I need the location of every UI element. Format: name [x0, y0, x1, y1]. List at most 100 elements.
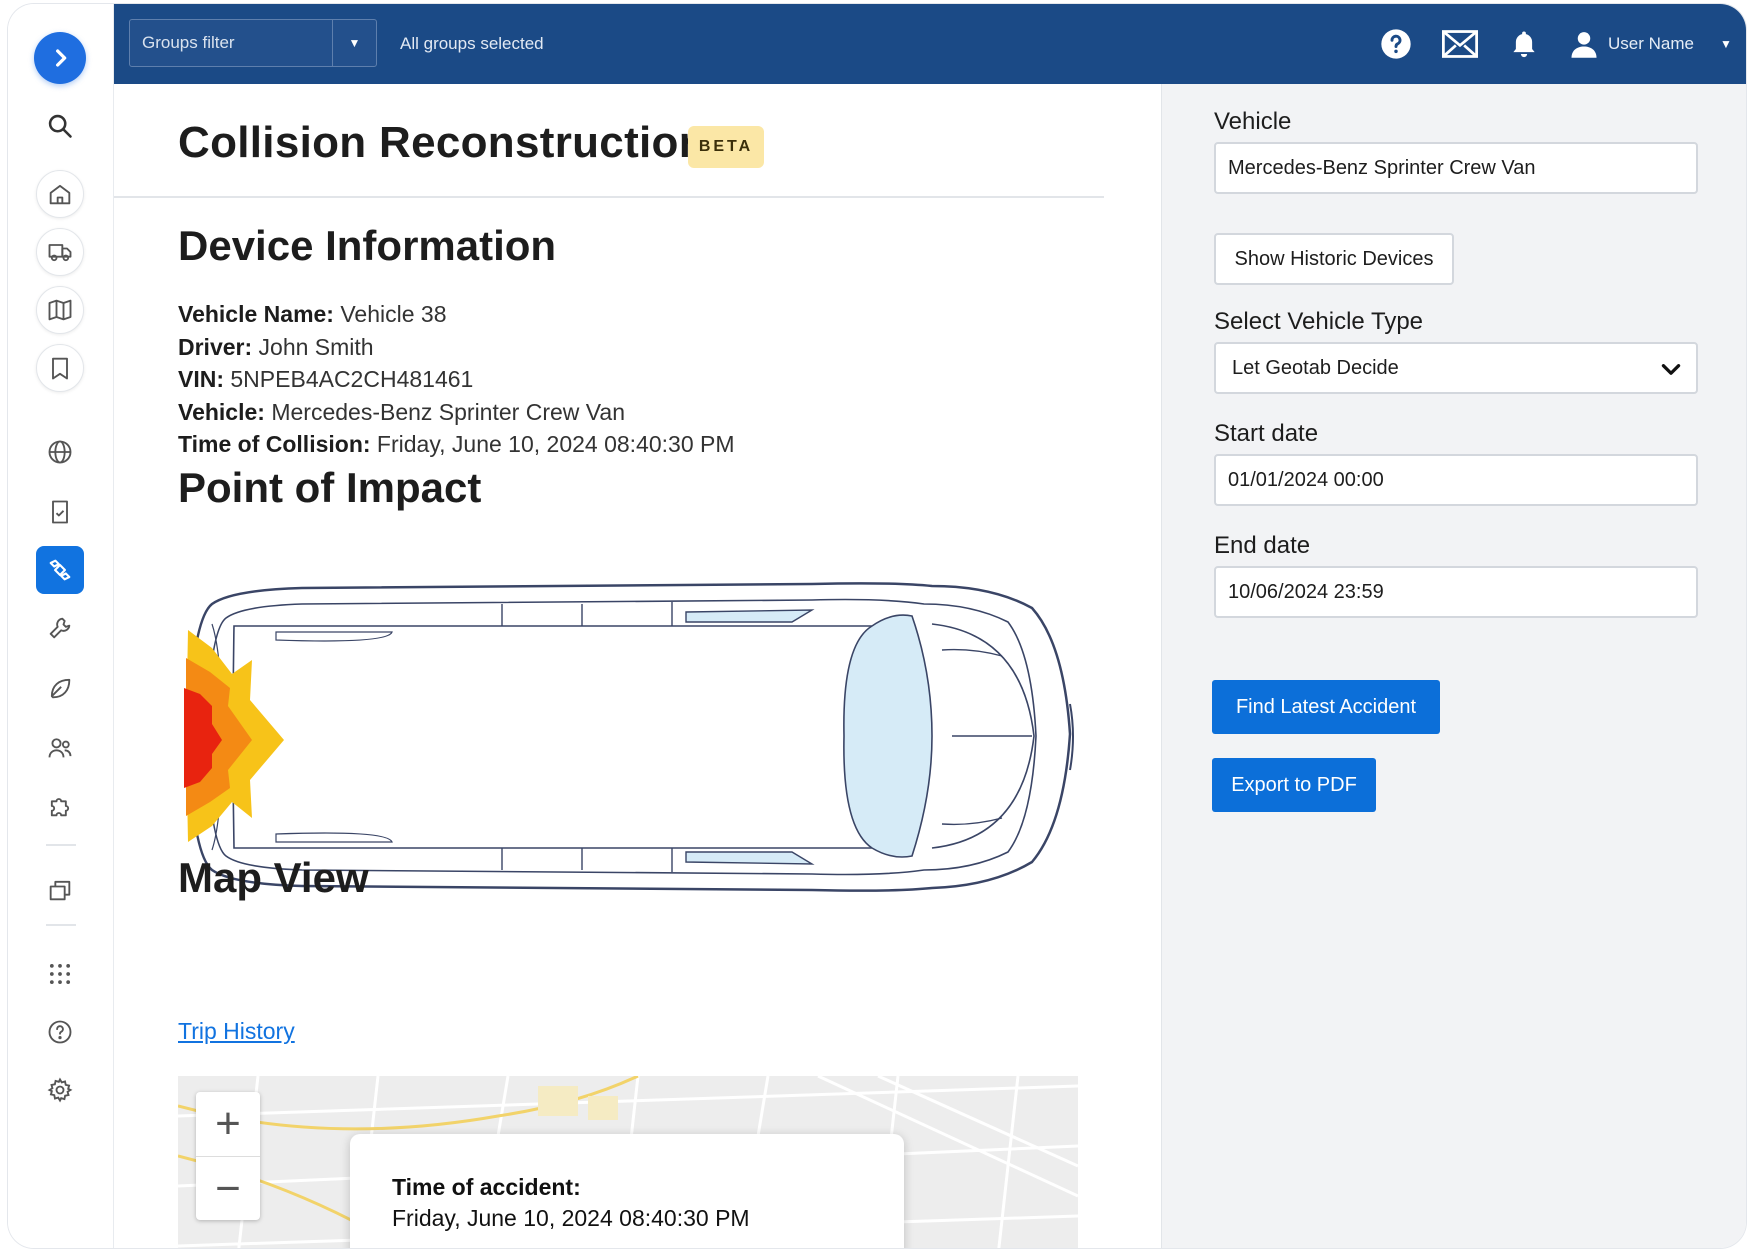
search-icon	[48, 114, 72, 138]
zoom-controls: + −	[196, 1092, 260, 1220]
zoom-in-button[interactable]: +	[196, 1092, 260, 1156]
accident-popup: Time of accident: Friday, June 10, 2024 …	[350, 1134, 904, 1248]
filter-panel: Vehicle Mercedes-Benz Sprinter Crew Van …	[1161, 84, 1746, 1248]
mail-icon	[1442, 30, 1478, 58]
start-date-field[interactable]: 01/01/2024 00:00	[1214, 454, 1698, 506]
info-row-vin: VIN: 5NPEB4AC2CH481461	[178, 363, 735, 396]
caret-down-icon[interactable]: ▼	[332, 20, 376, 66]
wrench-icon	[49, 617, 71, 639]
help-circle-icon	[1381, 29, 1411, 59]
info-key: Time of Collision:	[178, 431, 371, 457]
messages-button[interactable]	[1442, 26, 1478, 62]
map-view-heading: Map View	[178, 854, 369, 901]
sidebar-item-globe[interactable]	[36, 428, 84, 476]
puzzle-icon	[50, 798, 70, 817]
caret-down-icon[interactable]: ▼	[1720, 37, 1732, 51]
impact-heading: Point of Impact	[178, 464, 482, 511]
user-name[interactable]: User Name	[1608, 34, 1694, 54]
device-info-list: Vehicle Name: Vehicle 38 Driver: John Sm…	[178, 298, 735, 461]
info-key: Vehicle:	[178, 398, 265, 425]
report-icon	[52, 500, 68, 524]
leaf-icon	[50, 678, 71, 699]
truck-icon	[48, 244, 72, 262]
user-icon	[1571, 32, 1597, 58]
export-pdf-button[interactable]: Export to PDF	[1212, 758, 1376, 812]
sidebar-item-apps[interactable]	[36, 950, 84, 998]
sidebar-item-collision[interactable]	[36, 546, 84, 594]
chevron-right-icon	[56, 49, 67, 67]
groups-filter-dropdown[interactable]: Groups filter ▼	[129, 19, 377, 67]
sidebar-item-bookmarks[interactable]	[36, 344, 84, 392]
windows-icon	[49, 880, 71, 901]
groups-selected-text: All groups selected	[400, 34, 544, 53]
sidebar-item-settings[interactable]	[36, 1066, 84, 1114]
info-value: Vehicle 38	[340, 301, 447, 327]
page-title: Collision Reconstruction	[178, 118, 706, 167]
sidebar-item-map[interactable]	[36, 286, 84, 334]
info-value: 5NPEB4AC2CH481461	[230, 366, 474, 392]
search-button[interactable]	[36, 102, 84, 150]
help-button[interactable]	[1378, 26, 1414, 62]
sidebar-item-help[interactable]	[36, 1008, 84, 1056]
info-row-driver: Driver: John Smith	[178, 331, 735, 364]
home-icon	[49, 184, 71, 205]
sidebar-item-vehicles[interactable]	[36, 228, 84, 276]
info-value: John Smith	[258, 333, 374, 360]
gear-icon	[47, 1077, 73, 1103]
info-row-vehicle-name: Vehicle Name: Vehicle 38	[178, 298, 735, 331]
trip-history-link[interactable]: Trip History	[178, 1018, 295, 1045]
sidebar-item-home[interactable]	[36, 170, 84, 218]
vehicle-label: Vehicle	[1214, 108, 1292, 135]
start-date-label: Start date	[1214, 420, 1319, 447]
top-bar: Groups filter ▼ All groups selected User…	[114, 4, 1746, 84]
satellite-icon	[49, 559, 71, 581]
sidebar-item-addins[interactable]	[36, 782, 84, 830]
info-key: Driver:	[178, 333, 253, 360]
van-roof-outline	[232, 625, 873, 849]
sidebar-divider	[46, 924, 76, 926]
beta-badge: BETA	[688, 126, 764, 168]
vehicle-field[interactable]: Mercedes-Benz Sprinter Crew Van	[1214, 142, 1698, 194]
info-row-collision-time: Time of Collision: Friday, June 10, 2024…	[178, 428, 735, 461]
sidebar-item-people[interactable]	[36, 724, 84, 772]
info-value: Mercedes-Benz Sprinter Crew Van	[271, 398, 625, 425]
chevron-down-icon	[1661, 364, 1681, 375]
show-historic-devices-button[interactable]: Show Historic Devices	[1214, 233, 1454, 285]
sidebar-item-maintenance[interactable]	[36, 604, 84, 652]
find-latest-accident-button[interactable]: Find Latest Accident	[1212, 680, 1440, 734]
end-date-label: End date	[1214, 532, 1311, 559]
people-icon	[48, 738, 72, 758]
vehicle-type-value: Let Geotab Decide	[1232, 356, 1399, 379]
sidebar	[8, 4, 114, 1248]
map-view[interactable]: + − Time of accident: Friday, June 10, 2…	[178, 1076, 1078, 1248]
map-icon	[48, 299, 72, 321]
vehicle-type-label: Select Vehicle Type	[1214, 308, 1424, 335]
sidebar-item-reports[interactable]	[36, 488, 84, 536]
device-info-heading: Device Information	[178, 222, 557, 269]
info-row-vehicle: Vehicle: Mercedes-Benz Sprinter Crew Van	[178, 396, 735, 429]
help-icon	[48, 1020, 72, 1044]
main-content: Collision Reconstruction BETA Device Inf…	[114, 84, 1161, 1248]
end-date-field[interactable]: 10/06/2024 23:59	[1214, 566, 1698, 618]
notifications-button[interactable]	[1506, 26, 1542, 62]
info-key: Vehicle Name:	[178, 301, 334, 327]
apps-grid-icon	[49, 963, 71, 985]
popup-value: Friday, June 10, 2024 08:40:30 PM	[392, 1205, 750, 1231]
info-value: Friday, June 10, 2024 08:40:30 PM	[376, 431, 735, 457]
sidebar-divider	[46, 844, 76, 846]
groups-filter-label: Groups filter	[142, 33, 235, 52]
info-key: VIN:	[178, 366, 224, 392]
globe-icon	[48, 440, 72, 464]
app-window: Groups filter ▼ All groups selected User…	[8, 4, 1746, 1248]
expand-sidebar-button[interactable]	[34, 32, 86, 84]
van-windshield	[843, 614, 933, 858]
user-avatar[interactable]	[1566, 26, 1602, 62]
bell-icon	[1513, 31, 1535, 58]
bookmark-icon	[52, 357, 68, 380]
title-divider	[114, 196, 1104, 198]
sidebar-item-windows[interactable]	[36, 866, 84, 914]
popup-title: Time of accident:	[392, 1174, 581, 1200]
sidebar-item-sustainability[interactable]	[36, 664, 84, 712]
zoom-out-button[interactable]: −	[196, 1156, 260, 1220]
vehicle-type-select[interactable]: Let Geotab Decide	[1214, 342, 1698, 394]
